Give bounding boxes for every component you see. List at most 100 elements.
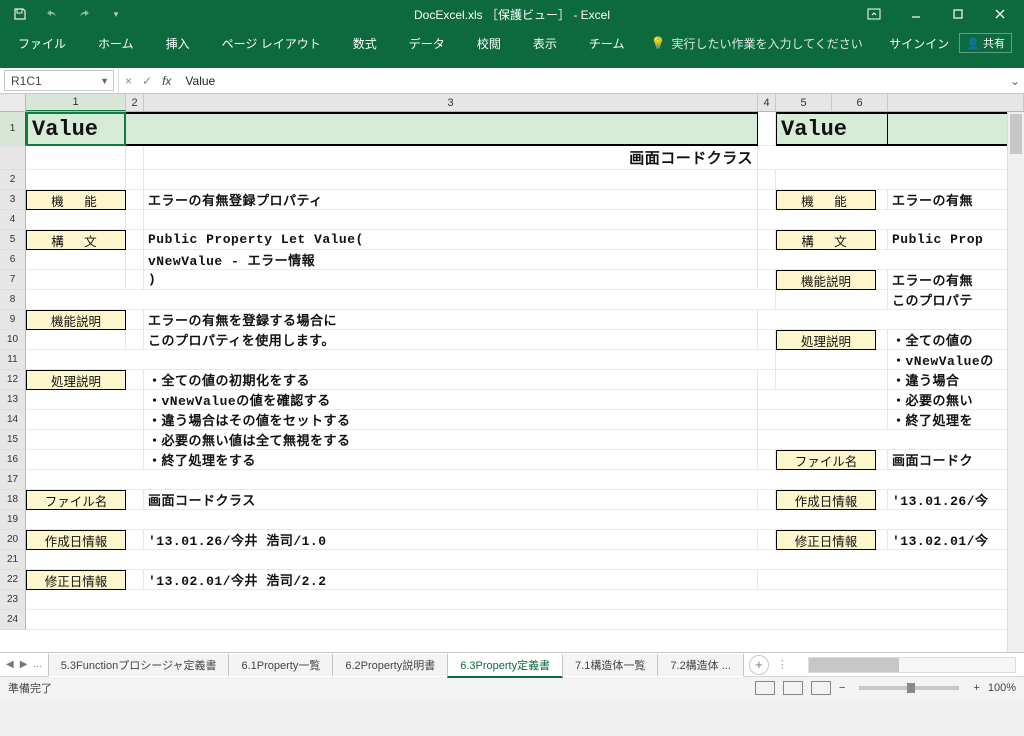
cell-r22-label[interactable]: 修正日情報 <box>26 570 126 590</box>
sheet-tab-3[interactable]: 6.3Property定義書 <box>447 654 563 678</box>
cell-r20-val2[interactable]: '13.02.01/今 <box>888 530 1024 550</box>
maximize-button[interactable] <box>938 2 978 26</box>
tab-formulas[interactable]: 数式 <box>347 33 383 54</box>
horizontal-scrollbar[interactable] <box>808 657 1016 673</box>
tab-review[interactable]: 校閲 <box>471 33 507 54</box>
qa-customize-icon[interactable]: ▾ <box>104 4 128 24</box>
cell-r3-val[interactable]: エラーの有無登録プロパティ <box>144 190 758 210</box>
cell-r13-val2[interactable]: ・必要の無い <box>888 390 1024 410</box>
cell-header-right[interactable]: 画面コードクラス <box>144 146 758 170</box>
tab-insert[interactable]: 挿入 <box>160 33 196 54</box>
cell-r12-val[interactable]: ・全ての値の初期化をする <box>144 370 758 390</box>
enter-formula-icon[interactable]: ✓ <box>142 74 152 88</box>
cell-r18-val2[interactable]: '13.01.26/今 <box>888 490 1024 510</box>
cell-r10-val[interactable]: このプロパティを使用します。 <box>144 330 758 350</box>
ribbon-display-options-icon[interactable] <box>854 2 894 26</box>
cell-r22-val[interactable]: '13.02.01/今井 浩司/2.2 <box>144 570 758 590</box>
row-header-3[interactable]: 3 <box>0 190 26 210</box>
normal-view-icon[interactable] <box>755 681 775 695</box>
cell-r9-label[interactable]: 機能説明 <box>26 310 126 330</box>
col-header-3[interactable]: 3 <box>144 94 758 111</box>
select-all-triangle[interactable] <box>0 94 26 111</box>
col-header-extra[interactable] <box>888 94 1024 111</box>
row-header-19[interactable]: 19 <box>0 510 26 530</box>
cell-r18-val[interactable]: 画面コードクラス <box>144 490 758 510</box>
hscroll-thumb[interactable] <box>809 658 899 672</box>
cell-r20-label[interactable]: 作成日情報 <box>26 530 126 550</box>
row-header-18[interactable]: 18 <box>0 490 26 510</box>
cell-r1c1[interactable]: Value <box>26 112 126 146</box>
sheet-nav-next-icon[interactable]: ▶ <box>20 659 28 670</box>
name-box[interactable]: R1C1 ▼ <box>4 70 114 91</box>
cell-r1c4[interactable] <box>758 112 776 146</box>
cell-r7-label2[interactable]: 機能説明 <box>776 270 876 290</box>
row-header-5[interactable]: 5 <box>0 230 26 250</box>
row-header-4[interactable]: 4 <box>0 210 26 230</box>
cell-r7-val2[interactable]: エラーの有無 <box>888 270 1024 290</box>
row-header-6[interactable]: 6 <box>0 250 26 270</box>
close-button[interactable] <box>980 2 1020 26</box>
sign-in-link[interactable]: サインイン <box>889 35 949 52</box>
zoom-slider[interactable] <box>859 686 959 690</box>
cell-r3-label[interactable]: 機 能 <box>26 190 126 210</box>
zoom-slider-thumb[interactable] <box>907 683 915 693</box>
tab-team[interactable]: チーム <box>583 33 631 54</box>
sheet-tab-0[interactable]: 5.3Functionプロシージャ定義書 <box>48 654 230 677</box>
cell-r16-label2[interactable]: ファイル名 <box>776 450 876 470</box>
zoom-out-icon[interactable]: − <box>839 682 845 694</box>
zoom-level[interactable]: 100% <box>988 682 1016 694</box>
sheet-nav-more[interactable]: ... <box>33 659 41 670</box>
sheet-nav-prev-icon[interactable]: ◀ <box>6 659 14 670</box>
cell-r1-right[interactable] <box>888 112 1024 146</box>
vertical-scrollbar[interactable] <box>1007 112 1024 652</box>
row-header-2[interactable]: 2 <box>0 170 26 190</box>
spreadsheet-grid[interactable]: 1 2 3 4 5 6 1 Value Value 画面コードクラス 2 <box>0 94 1024 652</box>
undo-icon[interactable] <box>40 4 64 24</box>
share-button[interactable]: 👤 共有 <box>959 33 1012 53</box>
cell-r16-val[interactable]: ・終了処理をする <box>144 450 758 470</box>
col-header-2[interactable]: 2 <box>126 94 144 111</box>
cell-r9-val[interactable]: エラーの有無を登録する場合に <box>144 310 758 330</box>
sheet-menu-icon[interactable]: ⋮ <box>769 658 796 671</box>
row-header-24[interactable]: 24 <box>0 610 26 630</box>
cell-r14-val[interactable]: ・違う場合はその値をセットする <box>144 410 758 430</box>
cell-r11-val2[interactable]: ・vNewValueの <box>888 350 1024 370</box>
cell-r20-val[interactable]: '13.01.26/今井 浩司/1.0 <box>144 530 758 550</box>
col-header-6[interactable]: 6 <box>832 94 888 111</box>
cell-r15-val[interactable]: ・必要の無い値は全て無視をする <box>144 430 758 450</box>
row-header-23[interactable]: 23 <box>0 590 26 610</box>
save-icon[interactable] <box>8 4 32 24</box>
row-header-11[interactable]: 11 <box>0 350 26 370</box>
row-header-13[interactable]: 13 <box>0 390 26 410</box>
row-header-1[interactable]: 1 <box>0 112 26 146</box>
cell-r12-val2[interactable]: ・違う場合 <box>888 370 1024 390</box>
row-header-12[interactable]: 12 <box>0 370 26 390</box>
cell-r10-label2[interactable]: 処理説明 <box>776 330 876 350</box>
cell-r18-label[interactable]: ファイル名 <box>26 490 126 510</box>
row-header-17[interactable]: 17 <box>0 470 26 490</box>
row-header-21[interactable]: 21 <box>0 550 26 570</box>
row-header-20[interactable]: 20 <box>0 530 26 550</box>
redo-icon[interactable] <box>72 4 96 24</box>
cell-r12-label[interactable]: 処理説明 <box>26 370 126 390</box>
scrollbar-thumb[interactable] <box>1010 114 1022 154</box>
cell-r5-label2[interactable]: 構 文 <box>776 230 876 250</box>
insert-function-icon[interactable]: fx <box>162 74 171 88</box>
cell-r5-val2[interactable]: Public Prop <box>888 230 1024 250</box>
cell-r6-val[interactable]: vNewValue - エラー情報 <box>144 250 758 270</box>
row-header-9[interactable]: 9 <box>0 310 26 330</box>
cell-r7-val[interactable]: ) <box>144 270 758 290</box>
cell-r8-val2[interactable]: このプロパテ <box>888 290 1024 310</box>
row-header-15[interactable]: 15 <box>0 430 26 450</box>
row-header-7[interactable]: 7 <box>0 270 26 290</box>
cell-r5-val[interactable]: Public Property Let Value( <box>144 230 758 250</box>
cancel-formula-icon[interactable]: × <box>125 74 132 88</box>
formula-bar-input[interactable]: Value <box>177 74 1006 88</box>
row-header-10[interactable]: 10 <box>0 330 26 350</box>
cell-r13-val[interactable]: ・vNewValueの値を確認する <box>144 390 758 410</box>
row-header-22[interactable]: 22 <box>0 570 26 590</box>
cell-r14-val2[interactable]: ・終了処理を <box>888 410 1024 430</box>
row-header-8[interactable]: 8 <box>0 290 26 310</box>
expand-formula-bar-icon[interactable]: ⌄ <box>1006 74 1024 88</box>
cell-r1c2-3[interactable] <box>126 112 758 146</box>
